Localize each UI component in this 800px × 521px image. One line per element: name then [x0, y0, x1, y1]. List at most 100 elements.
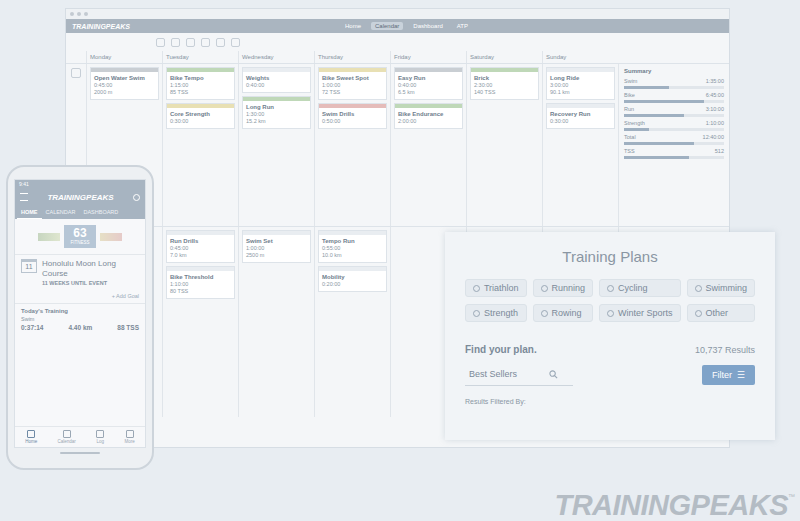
summary-track: [624, 142, 724, 145]
tool-icon[interactable]: [201, 38, 210, 47]
tool-icon[interactable]: [186, 38, 195, 47]
workout-title: Mobility: [322, 273, 383, 281]
tool-icon[interactable]: [156, 38, 165, 47]
workout-title: Weights: [246, 74, 307, 82]
sport-label: Cycling: [618, 283, 648, 293]
day-cell[interactable]: Tempo Run0:55:0010.0 km Mobility0:20:00: [314, 227, 390, 417]
window-dot[interactable]: [70, 12, 74, 16]
workout-detail: 140 TSS: [474, 89, 535, 96]
today-stat: 4.40 km: [68, 324, 92, 331]
sport-icon: [695, 310, 702, 317]
window-dot[interactable]: [77, 12, 81, 16]
workout-card[interactable]: Swim Set1:00:002500 m: [242, 230, 311, 263]
workout-body: Bike Tempo1:15:0085 TSS: [167, 72, 234, 99]
summary-title: Summary: [624, 67, 724, 75]
workout-card[interactable]: Long Run1:30:0015.2 km: [242, 96, 311, 129]
home-indicator: [60, 452, 100, 454]
sport-label: Rowing: [552, 308, 582, 318]
workout-card[interactable]: Bike Sweet Spot1:00:0072 TSS: [318, 67, 387, 100]
search-icon[interactable]: [549, 365, 558, 383]
sport-button[interactable]: Cycling: [599, 279, 681, 297]
tool-icon[interactable]: [216, 38, 225, 47]
phone-tab[interactable]: DASHBOARD: [79, 206, 122, 219]
bottom-nav-item[interactable]: Calendar: [58, 430, 76, 444]
notification-icon[interactable]: [133, 194, 140, 201]
fitness-box[interactable]: 63FITNESS: [64, 225, 95, 248]
sport-icon: [541, 310, 548, 317]
day-cell[interactable]: Easy Run0:40:006.5 km Bike Endurance2:00:…: [390, 64, 466, 226]
brand-wordmark: TRAININGPEAKS: [554, 490, 788, 520]
workout-title: Run Drills: [170, 237, 231, 245]
results-count: 10,737 Results: [695, 345, 755, 355]
workout-card[interactable]: Long Ride3:00:0090.1 km: [546, 67, 615, 100]
tool-icon[interactable]: [231, 38, 240, 47]
day-cell[interactable]: Swim Set1:00:002500 m: [238, 227, 314, 417]
bottom-nav-item[interactable]: More: [125, 430, 135, 444]
phone-tab[interactable]: CALENDAR: [42, 206, 80, 219]
summary-value: 1:10:00: [706, 120, 724, 127]
workout-card[interactable]: Bike Endurance2:00:00: [394, 103, 463, 129]
nav-item[interactable]: Home: [341, 22, 365, 30]
nav-item[interactable]: Calendar: [371, 22, 403, 30]
event-row[interactable]: 11Honolulu Moon Long Course11 WEEKS UNTI…: [15, 254, 145, 291]
nav-item[interactable]: Dashboard: [409, 22, 446, 30]
nav-item[interactable]: ATP: [453, 22, 472, 30]
workout-card[interactable]: Core Strength0:30:00: [166, 103, 235, 129]
sport-button[interactable]: Strength: [465, 304, 527, 322]
phone-tabs: HOMECALENDARDASHBOARD: [15, 206, 145, 219]
summary-value: 3:10:00: [706, 106, 724, 113]
nav-icon: [96, 430, 104, 438]
day-cell[interactable]: Brick2:30:00140 TSS: [466, 64, 542, 226]
day-cell[interactable]: Run Drills0:45:007.0 kmBike Threshold1:1…: [162, 227, 238, 417]
add-goal-link[interactable]: + Add Goal: [15, 291, 145, 304]
filter-button[interactable]: Filter☰: [702, 365, 755, 385]
workout-card[interactable]: Mobility0:20:00: [318, 266, 387, 292]
day-header: Saturday: [466, 51, 542, 63]
bottom-nav-item[interactable]: Log: [96, 430, 104, 444]
bottom-nav-item[interactable]: Home: [25, 430, 37, 444]
workout-title: Bike Sweet Spot: [322, 74, 383, 82]
phone-screen: 9:41TRAININGPEAKSHOMECALENDARDASHBOARD63…: [14, 179, 146, 448]
day-header: Monday: [86, 51, 162, 63]
workout-detail: 0:30:00: [550, 118, 611, 125]
sport-button[interactable]: Running: [533, 279, 594, 297]
summary-text: Total12:40:00: [624, 134, 724, 141]
workout-card[interactable]: Recovery Run0:30:00: [546, 103, 615, 129]
day-cell[interactable]: Bike Tempo1:15:0085 TSS Core Strength0:30…: [162, 64, 238, 226]
phone-tab[interactable]: HOME: [17, 206, 42, 219]
day-cell[interactable]: Bike Sweet Spot1:00:0072 TSS Swim Drills0…: [314, 64, 390, 226]
summary-row: Bike6:45:00: [624, 92, 724, 103]
find-row: Find your plan.10,737 Results: [465, 344, 755, 355]
sport-button[interactable]: Swimming: [687, 279, 756, 297]
workout-card[interactable]: Open Water Swim0:45:002000 m: [90, 67, 159, 100]
tool-icon[interactable]: [171, 38, 180, 47]
workout-card[interactable]: Bike Threshold1:10:0080 TSS: [166, 266, 235, 299]
search-input[interactable]: [469, 369, 549, 379]
event-countdown: 11 WEEKS UNTIL EVENT: [42, 279, 139, 287]
workout-card[interactable]: Tempo Run0:55:0010.0 km: [318, 230, 387, 263]
workout-card[interactable]: Weights0:40:00: [242, 67, 311, 93]
menu-icon[interactable]: [20, 193, 28, 201]
sport-button[interactable]: Winter Sports: [599, 304, 681, 322]
sport-button[interactable]: Other: [687, 304, 756, 322]
window-dot[interactable]: [84, 12, 88, 16]
day-cell[interactable]: Long Ride3:00:0090.1 km Recovery Run0:30:…: [542, 64, 618, 226]
sport-button[interactable]: Rowing: [533, 304, 594, 322]
compliance-strip: [167, 104, 234, 108]
sport-button[interactable]: Triathlon: [465, 279, 527, 297]
workout-card[interactable]: Easy Run0:40:006.5 km: [394, 67, 463, 100]
filter-icon: ☰: [737, 370, 745, 380]
workout-card[interactable]: Swim Drills0:50:00: [318, 103, 387, 129]
workout-card[interactable]: Bike Tempo1:15:0085 TSS: [166, 67, 235, 100]
calendar-icon[interactable]: [71, 68, 81, 78]
summary-fill: [624, 128, 649, 131]
workout-card[interactable]: Run Drills0:45:007.0 km: [166, 230, 235, 263]
day-header: Sunday: [542, 51, 618, 63]
summary-label: Bike: [624, 92, 635, 99]
workout-detail: 10.0 km: [322, 252, 383, 259]
app-logo[interactable]: TRAININGPEAKS: [72, 23, 130, 30]
day-cell[interactable]: Weights0:40:00 Long Run1:30:0015.2 km: [238, 64, 314, 226]
sport-icon: [607, 310, 614, 317]
summary-label: Strength: [624, 120, 645, 127]
workout-card[interactable]: Brick2:30:00140 TSS: [470, 67, 539, 100]
